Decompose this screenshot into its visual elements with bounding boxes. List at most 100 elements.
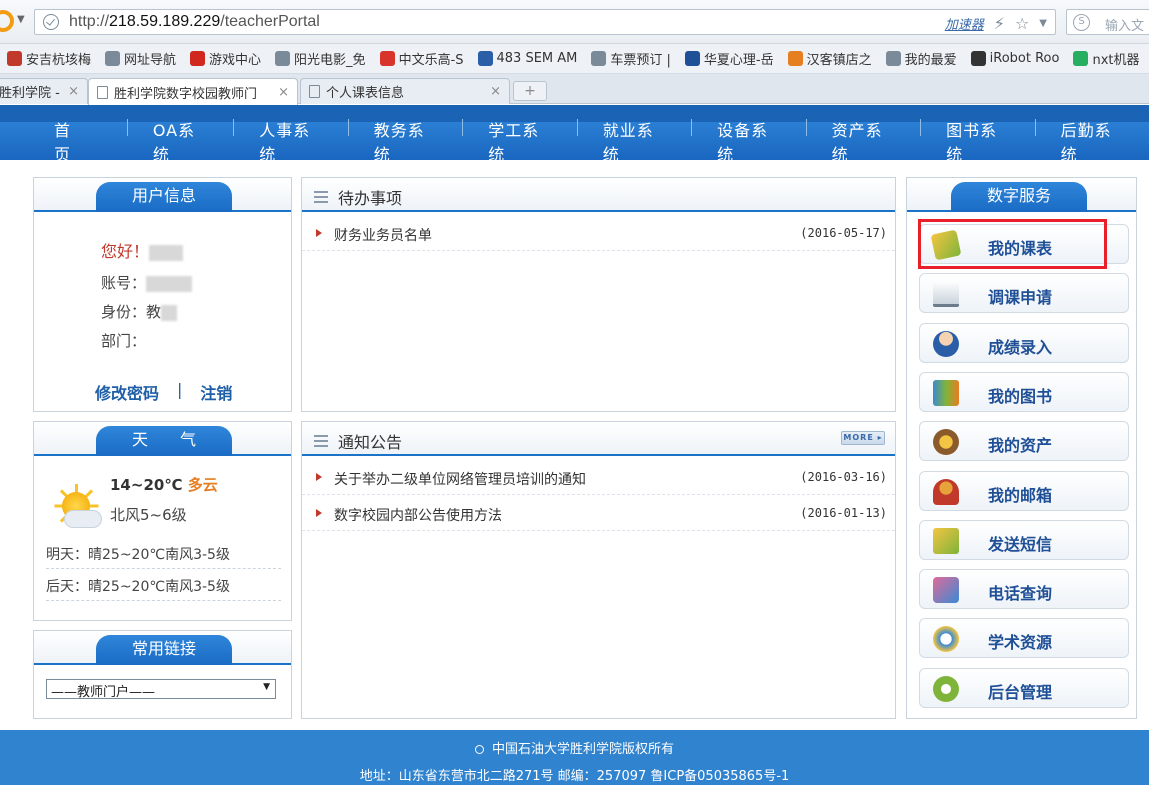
todo-panel: 待办事项 财务业务员名单 (2016-05-17) (301, 177, 896, 412)
writing-icon (933, 281, 959, 308)
identity-row: 身份：教 (101, 301, 178, 322)
account-row: 账号： (101, 272, 193, 293)
service-button[interactable]: 我的图书 (919, 371, 1129, 412)
service-label: 成绩录入 (988, 337, 1053, 357)
favorite-link[interactable]: 安吉杭垓梅 (0, 49, 98, 68)
nav-item[interactable]: OA系统 (126, 117, 233, 165)
logout-link[interactable]: 注销 (200, 380, 232, 404)
browser-menu-caret-icon[interactable]: ▼ (17, 14, 25, 25)
favicon-icon (1073, 51, 1089, 66)
url-text[interactable]: http://218.59.189.229/teacherPortal (69, 13, 320, 31)
globe-icon (933, 626, 959, 653)
service-button[interactable]: 我的资产 (919, 421, 1129, 462)
favicon-icon (105, 51, 121, 66)
service-label: 学术资源 (988, 633, 1053, 653)
service-button[interactable]: 学术资源 (919, 618, 1129, 659)
nav-item[interactable]: 后勤系统 (1034, 117, 1149, 165)
star-icon[interactable]: ☆ (1015, 14, 1029, 33)
nav-item[interactable]: 学工系统 (462, 117, 576, 165)
service-label: 调课申请 (988, 288, 1053, 308)
notice-item[interactable]: 关于举办二级单位网络管理员培训的通知 (2016-03-16) (302, 462, 895, 495)
nav-item[interactable]: 首 页 (28, 117, 127, 165)
security-shield-icon (43, 14, 59, 30)
service-button[interactable]: 发送短信 (919, 519, 1129, 560)
service-label: 后台管理 (988, 682, 1053, 702)
search-input[interactable]: S 输入文 (1066, 9, 1149, 35)
lightning-icon[interactable]: ⚡ (994, 14, 1005, 33)
new-tab-button[interactable]: + (513, 81, 547, 101)
browser-tab-2[interactable]: 胜利学院数字校园教师门 × (88, 78, 298, 105)
message-icon (933, 527, 959, 554)
partly-cloudy-icon (54, 484, 102, 530)
browser-logo-icon[interactable] (0, 10, 14, 32)
close-tab-icon[interactable]: × (68, 84, 79, 99)
service-button[interactable]: 电话查询 (919, 569, 1129, 610)
favicon-icon (190, 51, 206, 66)
schedule-icon (930, 229, 962, 261)
service-label: 我的邮箱 (988, 485, 1053, 505)
favorite-link[interactable]: 汉客镇店之 (781, 49, 879, 68)
more-button[interactable]: MORE ▸ (841, 431, 885, 445)
service-button[interactable]: 我的课表 (919, 224, 1129, 264)
favorite-link[interactable]: 483 SEM AM (471, 51, 585, 66)
page-icon (309, 85, 320, 98)
notice-panel: 通知公告 MORE ▸ 关于举办二级单位网络管理员培训的通知 (2016-03-… (301, 421, 896, 719)
favorite-link[interactable]: 我的最爱 (879, 49, 964, 68)
teacher-icon (933, 330, 959, 357)
nav-item[interactable]: 资产系统 (805, 117, 920, 165)
service-button[interactable]: 我的邮箱 (919, 470, 1129, 511)
dropdown-icon[interactable]: ▼ (1039, 18, 1047, 29)
nav-item[interactable]: 图书系统 (920, 117, 1034, 165)
todo-title: 待办事项 (338, 189, 403, 208)
assets-icon (933, 429, 959, 456)
favorites-bar: 安吉杭垓梅 网址导航 游戏中心 阳光电影_免 中文乐高-S 483 SEM AM 车票预订 … (0, 44, 1149, 74)
close-tab-icon[interactable]: × (278, 85, 289, 100)
weather-day-after: 后天：晴25~20℃南风3-5级 (46, 576, 281, 601)
common-links-panel: 常用链接 ——教师门户—— (33, 630, 292, 719)
notice-item[interactable]: 数字校园内部公告使用方法 (2016-01-13) (302, 498, 895, 531)
common-links-title: 常用链接 (96, 635, 232, 665)
todo-item[interactable]: 财务业务员名单 (2016-05-17) (302, 218, 895, 251)
favorite-link[interactable]: 华夏心理-岳 (678, 49, 781, 68)
nav-item[interactable]: 设备系统 (691, 117, 805, 165)
favorite-link[interactable]: nxt机器 (1066, 49, 1146, 68)
digital-services-panel: 数字服务 我的课表 调课申请 成绩录入 我的图书 我的资产 我的邮箱 发送短信 电话查询 学术资… (906, 177, 1137, 719)
list-icon (314, 191, 328, 203)
nav-item[interactable]: 教务系统 (347, 117, 462, 165)
copyright-text: 中国石油大学胜利学院版权所有 (491, 742, 674, 757)
address-text: 地址：山东省东营市北二路271号 邮编：257097 鲁ICP备05035865… (359, 769, 790, 784)
service-button[interactable]: 成绩录入 (919, 322, 1129, 363)
favicon-icon (684, 51, 700, 66)
browser-address-bar: ▼ http://218.59.189.229/teacherPortal 加速… (0, 0, 1149, 44)
notice-title: 通知公告 (338, 433, 403, 452)
portal-select[interactable]: ——教师门户—— (46, 679, 276, 700)
list-icon (314, 435, 328, 447)
service-button[interactable]: 后台管理 (919, 667, 1129, 708)
browser-tab-bar: 胜利学院 - × 胜利学院数字校园教师门 × 个人课表信息 × + (0, 74, 1149, 105)
url-field[interactable]: http://218.59.189.229/teacherPortal 加速器 … (34, 9, 1056, 35)
browser-tab-1[interactable]: 胜利学院 - × (0, 78, 88, 104)
weather-title: 天 气 (96, 426, 232, 456)
change-password-link[interactable]: 修改密码 (95, 380, 159, 404)
gear-icon (933, 675, 959, 702)
favorite-link[interactable]: 中文乐高-S (373, 49, 471, 68)
greeting: 您好！ (101, 238, 184, 262)
accelerator-button[interactable]: 加速器 (945, 14, 984, 33)
service-button[interactable]: 调课申请 (919, 273, 1129, 314)
favorite-link[interactable]: 游戏中心 (183, 49, 268, 68)
favicon-icon (885, 51, 901, 66)
search-engine-icon[interactable]: S (1073, 14, 1090, 31)
service-label: 我的课表 (988, 239, 1053, 258)
favorite-link[interactable]: iRobot Roo (964, 51, 1067, 66)
favorite-link[interactable]: 网址导航 (98, 49, 183, 68)
nav-item[interactable]: 就业系统 (576, 117, 691, 165)
favorite-link[interactable]: 阳光电影_免 (268, 49, 373, 68)
favorite-link[interactable]: 车票预订 | (584, 49, 678, 68)
nav-item[interactable]: 人事系统 (233, 117, 347, 165)
browser-tab-3[interactable]: 个人课表信息 × (300, 78, 510, 104)
user-info-title: 用户信息 (96, 182, 232, 212)
weather-tomorrow: 明天：晴25~20℃南风3-5级 (46, 544, 281, 569)
close-tab-icon[interactable]: × (490, 84, 501, 99)
copyright-icon (474, 745, 484, 754)
favicon-icon (477, 51, 493, 66)
